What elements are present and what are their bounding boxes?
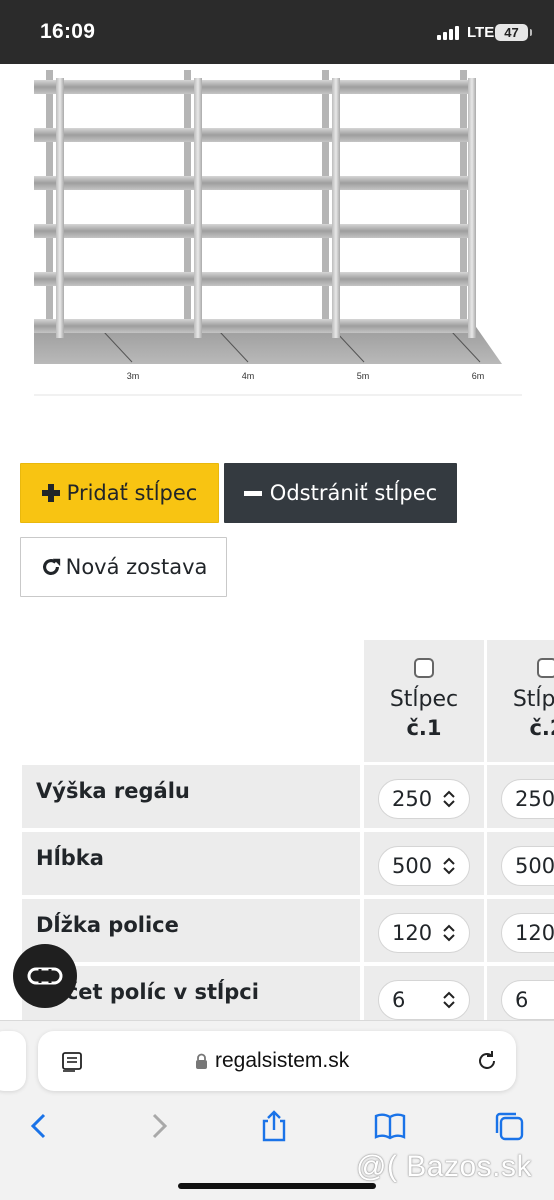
depth-select-col-2[interactable]: 500 xyxy=(501,846,554,886)
height-select-col-1[interactable]: 250 xyxy=(378,779,470,819)
select-value: 6 xyxy=(515,988,529,1012)
select-value: 6 xyxy=(392,988,406,1012)
shelf-count-select-col-2[interactable]: 6 xyxy=(501,980,554,1020)
scale-label-3m: 3m xyxy=(127,371,140,381)
select-value: 500 xyxy=(392,854,433,878)
reload-page-icon[interactable] xyxy=(475,1049,499,1073)
bookmarks-icon[interactable] xyxy=(373,1109,407,1143)
add-column-label: Pridať stĺpec xyxy=(66,481,198,505)
table-cell: 120 xyxy=(364,899,484,962)
shelf-length-select-col-2[interactable]: 120 xyxy=(501,913,554,953)
shelf-count-select-col-1[interactable]: 6 xyxy=(378,980,470,1020)
network-type: LTE xyxy=(467,24,495,41)
minus-icon xyxy=(243,490,262,496)
row-label-depth: Hĺbka xyxy=(22,832,360,895)
select-value: 120 xyxy=(515,921,554,945)
column-1-checkbox[interactable] xyxy=(414,658,434,678)
column-2-checkbox[interactable] xyxy=(537,658,554,678)
select-value: 250 xyxy=(515,787,554,811)
select-value: 120 xyxy=(392,921,433,945)
address-bar[interactable]: regalsistem.sk xyxy=(38,1031,516,1091)
table-cell: 250 xyxy=(364,765,484,828)
row-label-height: Výška regálu xyxy=(22,765,360,828)
back-icon[interactable] xyxy=(22,1109,56,1143)
column-2-label: Stĺpec xyxy=(512,687,554,712)
add-column-button[interactable]: Pridať stĺpec xyxy=(20,463,219,523)
up-down-chevron-icon xyxy=(443,924,455,942)
table-cell: 120 xyxy=(487,899,554,962)
new-set-button[interactable]: Nová zostava xyxy=(20,537,227,597)
tabs-icon[interactable] xyxy=(492,1109,526,1143)
url-text: regalsistem.sk xyxy=(215,1049,350,1072)
link-icon xyxy=(27,967,63,985)
page-menu-icon[interactable] xyxy=(61,1051,83,1073)
column-1-label: Stĺpec xyxy=(389,687,459,712)
up-down-chevron-icon xyxy=(443,991,455,1009)
select-value: 500 xyxy=(515,854,554,878)
table-cell: 500 xyxy=(487,832,554,895)
shelf-length-select-col-1[interactable]: 120 xyxy=(378,913,470,953)
new-set-label: Nová zostava xyxy=(65,555,208,579)
previous-tab-preview[interactable] xyxy=(0,1031,26,1091)
share-icon[interactable] xyxy=(257,1109,291,1143)
up-down-chevron-icon xyxy=(443,790,455,808)
configuration-table: Stĺpec č.1 Stĺpec č.2 Výška regálu 250 2… xyxy=(22,640,554,1020)
column-1-number: č.1 xyxy=(406,716,442,740)
cellular-signal-icon xyxy=(437,26,463,40)
forward-icon[interactable] xyxy=(142,1109,176,1143)
select-value: 250 xyxy=(392,787,433,811)
floating-link-button[interactable] xyxy=(13,944,77,1008)
lock-icon xyxy=(196,1053,207,1069)
up-down-chevron-icon xyxy=(443,857,455,875)
reload-icon xyxy=(42,558,60,575)
column-2-number: č.2 xyxy=(529,716,554,740)
battery-icon: 47 xyxy=(495,24,532,41)
depth-select-col-1[interactable]: 500 xyxy=(378,846,470,886)
table-cell: 250 xyxy=(487,765,554,828)
table-cell: 6 xyxy=(364,966,484,1020)
table-cell: 500 xyxy=(364,832,484,895)
remove-column-label: Odstrániť stĺpec xyxy=(269,481,438,505)
scale-label-4m: 4m xyxy=(242,371,255,381)
shelf-preview-image: 3m 4m 5m 6m xyxy=(34,64,522,396)
scale-label-5m: 5m xyxy=(357,371,370,381)
row-label-shelf-length: Dĺžka police xyxy=(22,899,360,962)
scale-label-6m: 6m xyxy=(472,371,485,381)
column-header-2: Stĺpec č.2 xyxy=(487,640,554,762)
watermark-text: @( Bazos.sk xyxy=(356,1150,532,1183)
home-indicator xyxy=(178,1183,376,1189)
status-time: 16:09 xyxy=(40,20,96,43)
height-select-col-2[interactable]: 250 xyxy=(501,779,554,819)
remove-column-button[interactable]: Odstrániť stĺpec xyxy=(224,463,457,523)
column-header-1: Stĺpec č.1 xyxy=(364,640,484,762)
status-bar: 16:09 LTE 47 xyxy=(0,0,554,64)
table-cell: 6 xyxy=(487,966,554,1020)
plus-icon xyxy=(41,484,60,502)
